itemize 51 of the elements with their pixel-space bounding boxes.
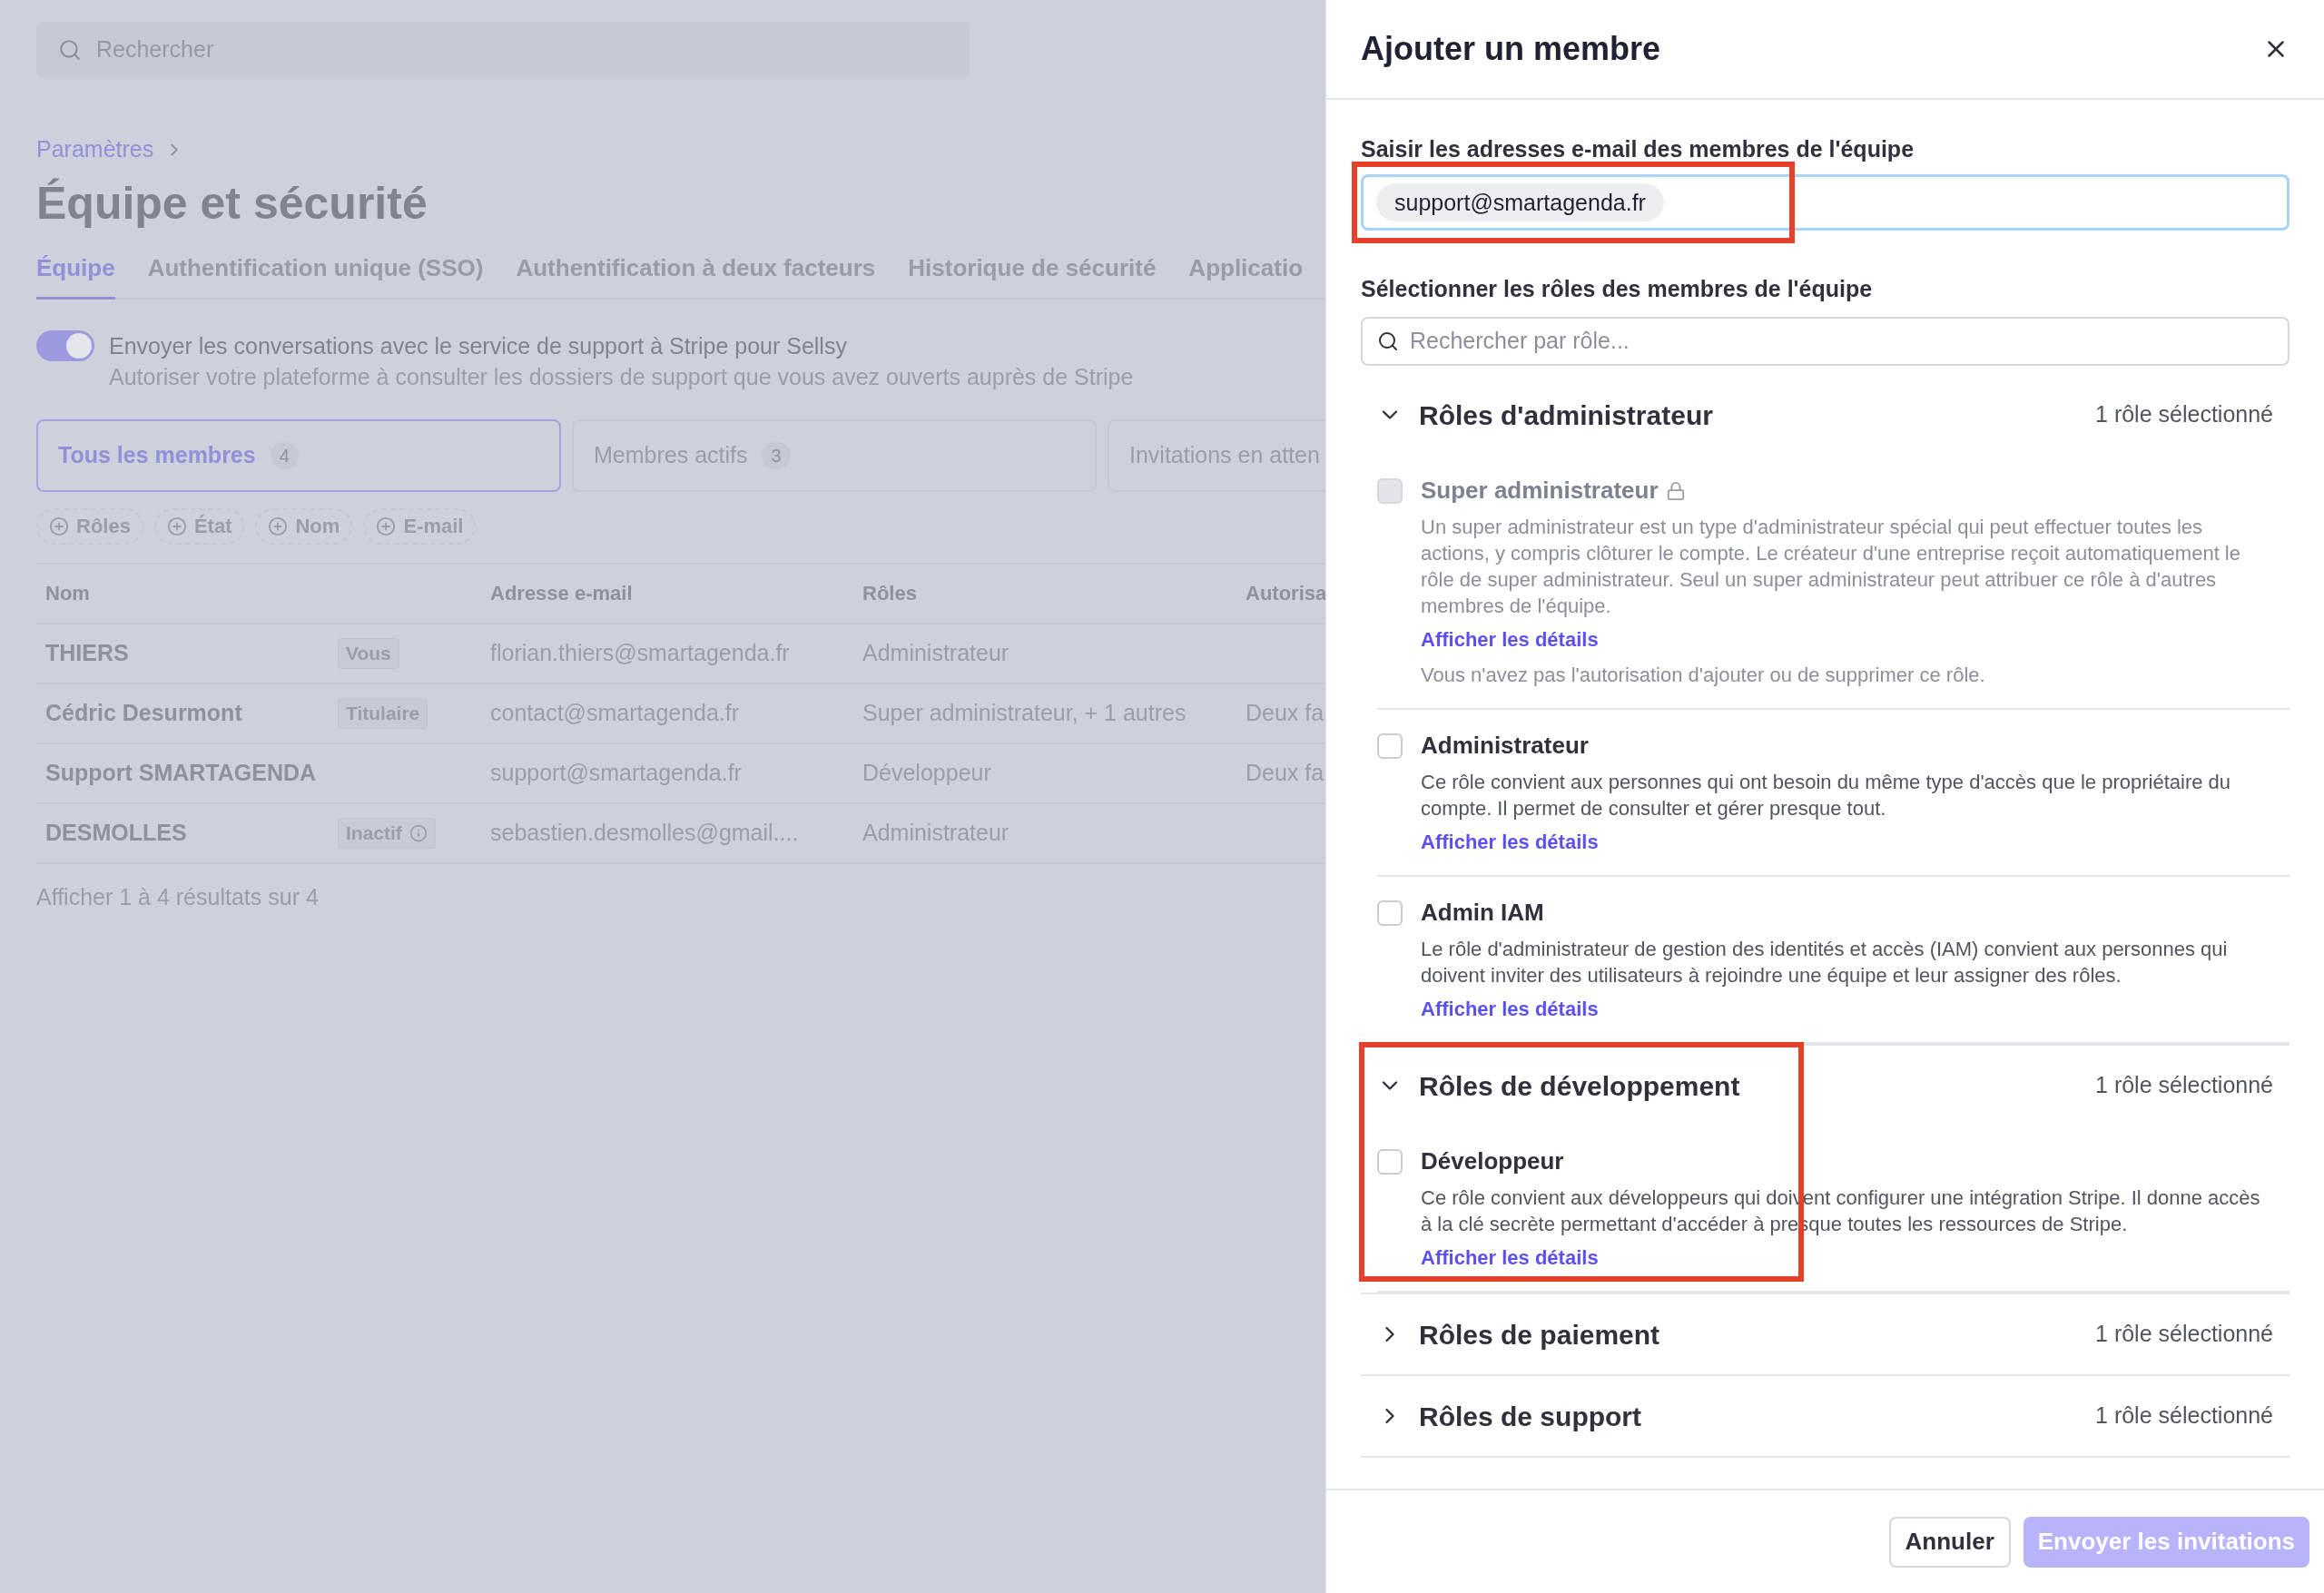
details-link[interactable]: Afficher les détails — [1421, 994, 1599, 1024]
plus-icon — [376, 516, 397, 536]
tab[interactable]: Équipe — [36, 250, 115, 300]
plus-icon — [268, 516, 289, 536]
page-title: Équipe et sécurité — [36, 176, 428, 231]
section-header[interactable]: Rôles de paiement 1 rôle sélectionné — [1361, 1294, 2290, 1374]
table-cell-text: Support SMARTAGENDA — [45, 758, 318, 787]
role-search-field[interactable]: Rechercher par rôle... — [1361, 317, 2290, 366]
selection-summary: 1 rôle sélectionné — [2095, 1401, 2273, 1431]
role-description: Un super administrateur est un type d'administrateur spécial qui peut effectuer toutes les actions, y compris clôturer le compte. Le créateur d'une entreprise reçoit automatiquement le rôle de super administrateur. Seul un super administrateur peut attribuer ce rôle à d'autres membres de l'équipe. — [1421, 515, 2241, 619]
selection-summary: 1 rôle sélectionné — [2095, 1071, 2273, 1100]
role-name: Super administrateur — [1421, 476, 1659, 506]
info-icon — [409, 823, 428, 842]
checkbox[interactable] — [1377, 1149, 1403, 1175]
checkbox[interactable] — [1377, 900, 1403, 926]
selection-summary: 1 rôle sélectionné — [2095, 400, 2273, 429]
table-cell-text: THIERS — [45, 638, 130, 667]
table-cell-text: DESMOLLES — [45, 818, 188, 847]
email-input-field[interactable]: support@smartagenda.fr — [1361, 173, 2290, 231]
field-label: Saisir les adresses e-mail des membres de l'équipe — [1361, 135, 1915, 163]
email-tag: support@smartagenda.fr — [1376, 182, 1664, 221]
toggle-switch[interactable] — [36, 329, 94, 361]
role-description: Le rôle d'administrateur de gestion des identités et accès (IAM) convient aux personnes qui doivent inviter des utilisateurs à rejoindre une équipe et leur assigner des rôles. — [1421, 937, 2229, 988]
role-name: Développeur — [1421, 1146, 1564, 1176]
role-name: Admin IAM — [1421, 898, 1544, 928]
role-name: Administrateur — [1421, 731, 1589, 761]
selection-summary: 1 rôle sélectionné — [2095, 1320, 2273, 1349]
breadcrumb-link[interactable]: Paramètres — [36, 133, 154, 167]
toggle-label: Envoyer les conversations avec le service de support à Stripe pour Sellsy — [109, 331, 848, 360]
table-cell-text: Cédric Desurmont — [45, 698, 243, 727]
filter-label: Tous les membres — [58, 440, 256, 469]
details-link[interactable]: Afficher les détails — [1421, 827, 1599, 857]
field-label: Sélectionner les rôles des membres de l'équipe — [1361, 274, 1874, 303]
permission-note: Vous n'avez pas l'autorisation d'ajouter ou de supprimer ce rôle. — [1421, 663, 1986, 688]
section-header[interactable]: Rôles de développement 1 rôle sélectionné — [1361, 1046, 2290, 1126]
column-header: Rôles — [862, 581, 918, 606]
plus-icon — [166, 516, 187, 536]
cancel-button[interactable]: Annuler — [1888, 1516, 2011, 1568]
search-icon — [58, 38, 82, 62]
section-header[interactable]: Rôles de support 1 rôle sélectionné — [1361, 1376, 2290, 1456]
column-header: Adresse e-mail — [490, 581, 634, 606]
section-header[interactable]: Rôles d'administrateur 1 rôle sélectionné — [1361, 375, 2290, 455]
role-description: Ce rôle convient aux personnes qui ont besoin du même type d'accès que le propriétaire du compte. Il permet de consulter et gérer presque tout. — [1421, 770, 2232, 821]
checkbox[interactable] — [1377, 733, 1403, 759]
column-header: Nom — [45, 581, 91, 606]
dialog-title: Ajouter un membre — [1361, 29, 1661, 69]
lock-icon — [1665, 480, 1686, 501]
details-link[interactable]: Afficher les détails — [1421, 1243, 1599, 1273]
search-icon — [1377, 330, 1399, 352]
plus-icon — [49, 516, 69, 536]
search-placeholder: Rechercher par rôle... — [1410, 327, 1630, 356]
